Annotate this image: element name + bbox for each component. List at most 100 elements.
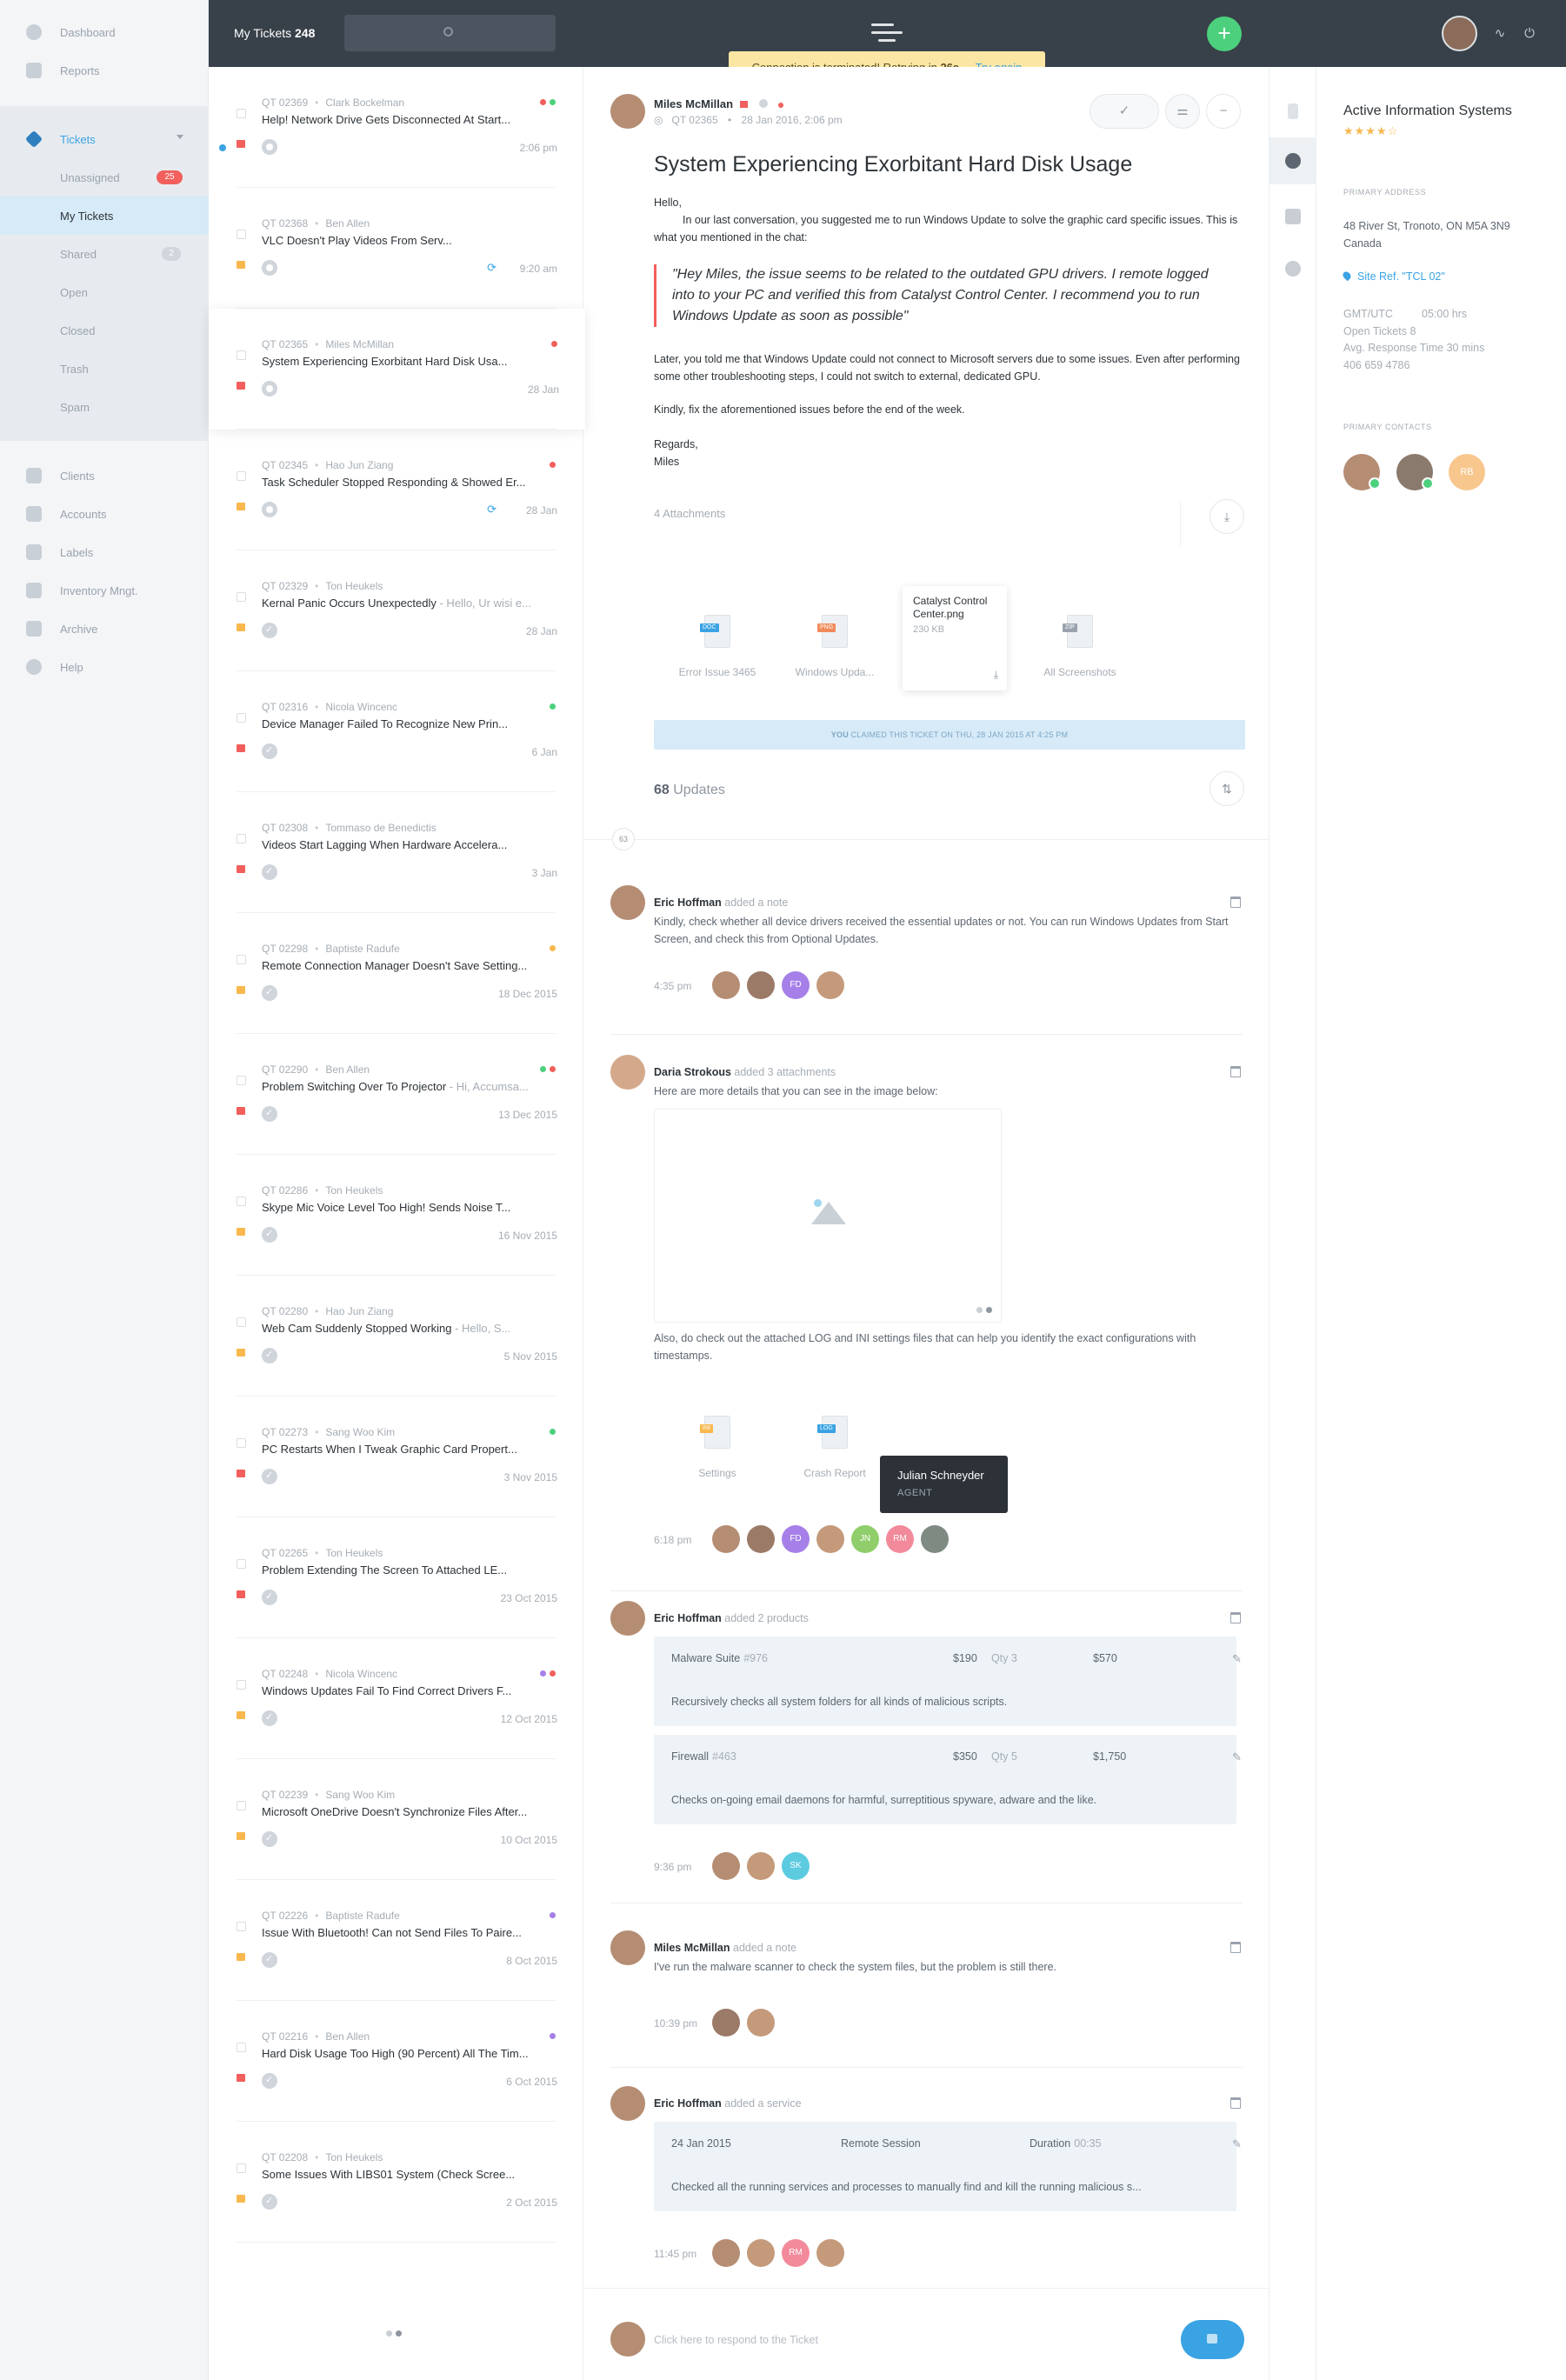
flag-icon[interactable]: [237, 2074, 245, 2082]
reader-avatar[interactable]: [816, 1525, 844, 1553]
download-all-button[interactable]: ⤓: [1209, 499, 1244, 534]
ticket-row[interactable]: QT 02345 • Hao Jun Ziang Task Scheduler Sto…: [209, 430, 583, 550]
ticket-checkbox[interactable]: [237, 1076, 246, 1085]
ticket-row[interactable]: QT 02280 • Hao Jun Ziang Web Cam Suddenly S…: [209, 1276, 583, 1397]
service-row[interactable]: 24 Jan 2015 Remote Session Duration 00:35…: [654, 2122, 1236, 2211]
resolve-button[interactable]: ✓: [1090, 94, 1159, 129]
sidebar-item-reports[interactable]: Reports: [0, 51, 209, 90]
ticket-row[interactable]: QT 02290 • Ben Allen Problem Switching Over…: [209, 1034, 583, 1155]
flag-icon[interactable]: [237, 986, 245, 994]
reader-avatar[interactable]: [712, 1852, 740, 1880]
flag-icon[interactable]: [237, 382, 245, 390]
collapse-button[interactable]: −: [1206, 94, 1241, 129]
sidebar-item-labels[interactable]: Labels: [0, 533, 209, 571]
flag-icon[interactable]: [237, 140, 245, 148]
reader-avatar[interactable]: [747, 1525, 775, 1553]
list-pager[interactable]: [386, 2330, 402, 2337]
flag-icon[interactable]: [237, 503, 245, 510]
reader-avatar[interactable]: [747, 2009, 775, 2037]
reader-avatar[interactable]: [712, 2239, 740, 2267]
flag-icon[interactable]: [237, 1590, 245, 1598]
contact-avatar[interactable]: [1343, 454, 1381, 490]
reply-input[interactable]: Click here to respond to the Ticket: [654, 2334, 818, 2346]
ticket-row[interactable]: QT 02308 • Tommaso de Benedictis Videos Sta…: [209, 792, 583, 913]
ticket-row[interactable]: QT 02329 • Ton Heukels Kernal Panic Occurs …: [209, 550, 583, 671]
reader-avatar[interactable]: [712, 1525, 740, 1553]
user-avatar[interactable]: [1442, 16, 1477, 51]
sidebar-item-clients[interactable]: Clients: [0, 457, 209, 495]
ticket-checkbox[interactable]: [237, 2163, 246, 2173]
trash-icon[interactable]: [1230, 1612, 1241, 1623]
flag-icon[interactable]: [237, 1953, 245, 1961]
logout-icon[interactable]: ⏻: [1523, 27, 1536, 41]
ticket-row[interactable]: QT 02365 • Miles McMillan System Experienci…: [209, 309, 585, 430]
ticket-checkbox[interactable]: [237, 1317, 246, 1327]
tab-contacts[interactable]: [1269, 245, 1316, 292]
flag-icon[interactable]: [237, 1107, 245, 1115]
contact-avatar[interactable]: RB: [1449, 454, 1485, 490]
ticket-checkbox[interactable]: [237, 350, 246, 360]
attachment-catalyst-card[interactable]: Catalyst Control Center.png 230 KB ⤓: [903, 586, 1007, 690]
ticket-checkbox[interactable]: [237, 1680, 246, 1690]
ticket-row[interactable]: QT 02316 • Nicola Wincenc Device Manager Fa…: [209, 671, 583, 792]
site-ref-link[interactable]: Site Ref. "TCL 02": [1341, 270, 1445, 283]
image-preview[interactable]: [654, 1109, 1002, 1323]
tab-columns[interactable]: [1269, 88, 1316, 135]
ticket-checkbox[interactable]: [237, 1801, 246, 1810]
trash-icon[interactable]: [1230, 2097, 1241, 2109]
reader-avatar[interactable]: RM: [886, 1525, 914, 1553]
ticket-row[interactable]: QT 02226 • Baptiste Radufe Issue With Bluet…: [209, 1880, 583, 2001]
sidebar-item-trash[interactable]: Trash: [0, 350, 209, 388]
add-ticket-button[interactable]: +: [1207, 17, 1242, 51]
tab-info[interactable]: [1269, 137, 1316, 184]
reader-avatar[interactable]: JN: [851, 1525, 879, 1553]
tab-devices[interactable]: [1269, 193, 1316, 240]
download-icon[interactable]: ⤓: [994, 669, 998, 682]
flag-icon[interactable]: [237, 623, 245, 631]
flag-icon[interactable]: [237, 261, 245, 269]
sidebar-item-inventory[interactable]: Inventory Mngt.: [0, 571, 209, 610]
flag-icon[interactable]: [237, 1832, 245, 1840]
flag-icon[interactable]: [237, 1470, 245, 1477]
attachment-settings[interactable]: INI Settings: [665, 1405, 770, 1510]
ticket-checkbox[interactable]: [237, 834, 246, 843]
sidebar-item-unassigned[interactable]: Unassigned 25: [0, 158, 209, 197]
send-button[interactable]: [1181, 2320, 1244, 2359]
reader-avatar[interactable]: [816, 2239, 844, 2267]
ticket-row[interactable]: QT 02265 • Ton Heukels Problem Extending Th…: [209, 1517, 583, 1638]
sidebar-item-spam[interactable]: Spam: [0, 388, 209, 426]
reader-avatar[interactable]: [712, 2009, 740, 2037]
trash-icon[interactable]: [1230, 897, 1241, 908]
trash-icon[interactable]: [1230, 1942, 1241, 1953]
reader-avatar[interactable]: [712, 971, 740, 999]
ticket-checkbox[interactable]: [237, 955, 246, 964]
reader-avatar[interactable]: FD: [782, 971, 810, 999]
flag-icon[interactable]: [237, 1228, 245, 1236]
reader-avatar[interactable]: [747, 971, 775, 999]
attachment-all-screenshots[interactable]: ZIP All Screenshots: [1028, 604, 1132, 709]
reader-avatar[interactable]: [921, 1525, 949, 1553]
ticket-row[interactable]: QT 02368 • Ben Allen VLC Doesn't Play Video…: [209, 188, 583, 309]
sidebar-item-dashboard[interactable]: Dashboard: [0, 13, 209, 51]
activity-icon[interactable]: ∿: [1493, 27, 1507, 41]
pager-dot-active[interactable]: [396, 2330, 402, 2337]
author-name[interactable]: Miles McMillan: [654, 97, 783, 110]
ticket-row[interactable]: QT 02239 • Sang Woo Kim Microsoft OneDrive …: [209, 1759, 583, 1880]
ticket-row[interactable]: QT 02369 • Clark Bockelman Help! Network Dr…: [209, 67, 583, 188]
reader-avatar[interactable]: FD: [782, 1525, 810, 1553]
edit-icon[interactable]: ✎: [1232, 1750, 1242, 1764]
sidebar-item-open[interactable]: Open: [0, 273, 209, 311]
carousel-dots[interactable]: [976, 1307, 992, 1313]
flag-icon[interactable]: [237, 865, 245, 873]
flag-icon[interactable]: [237, 2195, 245, 2203]
ticket-checkbox[interactable]: [237, 1438, 246, 1448]
sidebar-item-archive[interactable]: Archive: [0, 610, 209, 648]
sidebar-item-closed[interactable]: Closed: [0, 311, 209, 350]
ticket-checkbox[interactable]: [237, 230, 246, 239]
ticket-checkbox[interactable]: [237, 1922, 246, 1931]
reader-avatar[interactable]: SK: [782, 1852, 810, 1880]
attachment-crash-report[interactable]: LOG Crash Report: [783, 1405, 887, 1510]
reader-avatar[interactable]: [747, 2239, 775, 2267]
ticket-checkbox[interactable]: [237, 109, 246, 118]
company-name[interactable]: Active Information Systems: [1343, 103, 1512, 119]
